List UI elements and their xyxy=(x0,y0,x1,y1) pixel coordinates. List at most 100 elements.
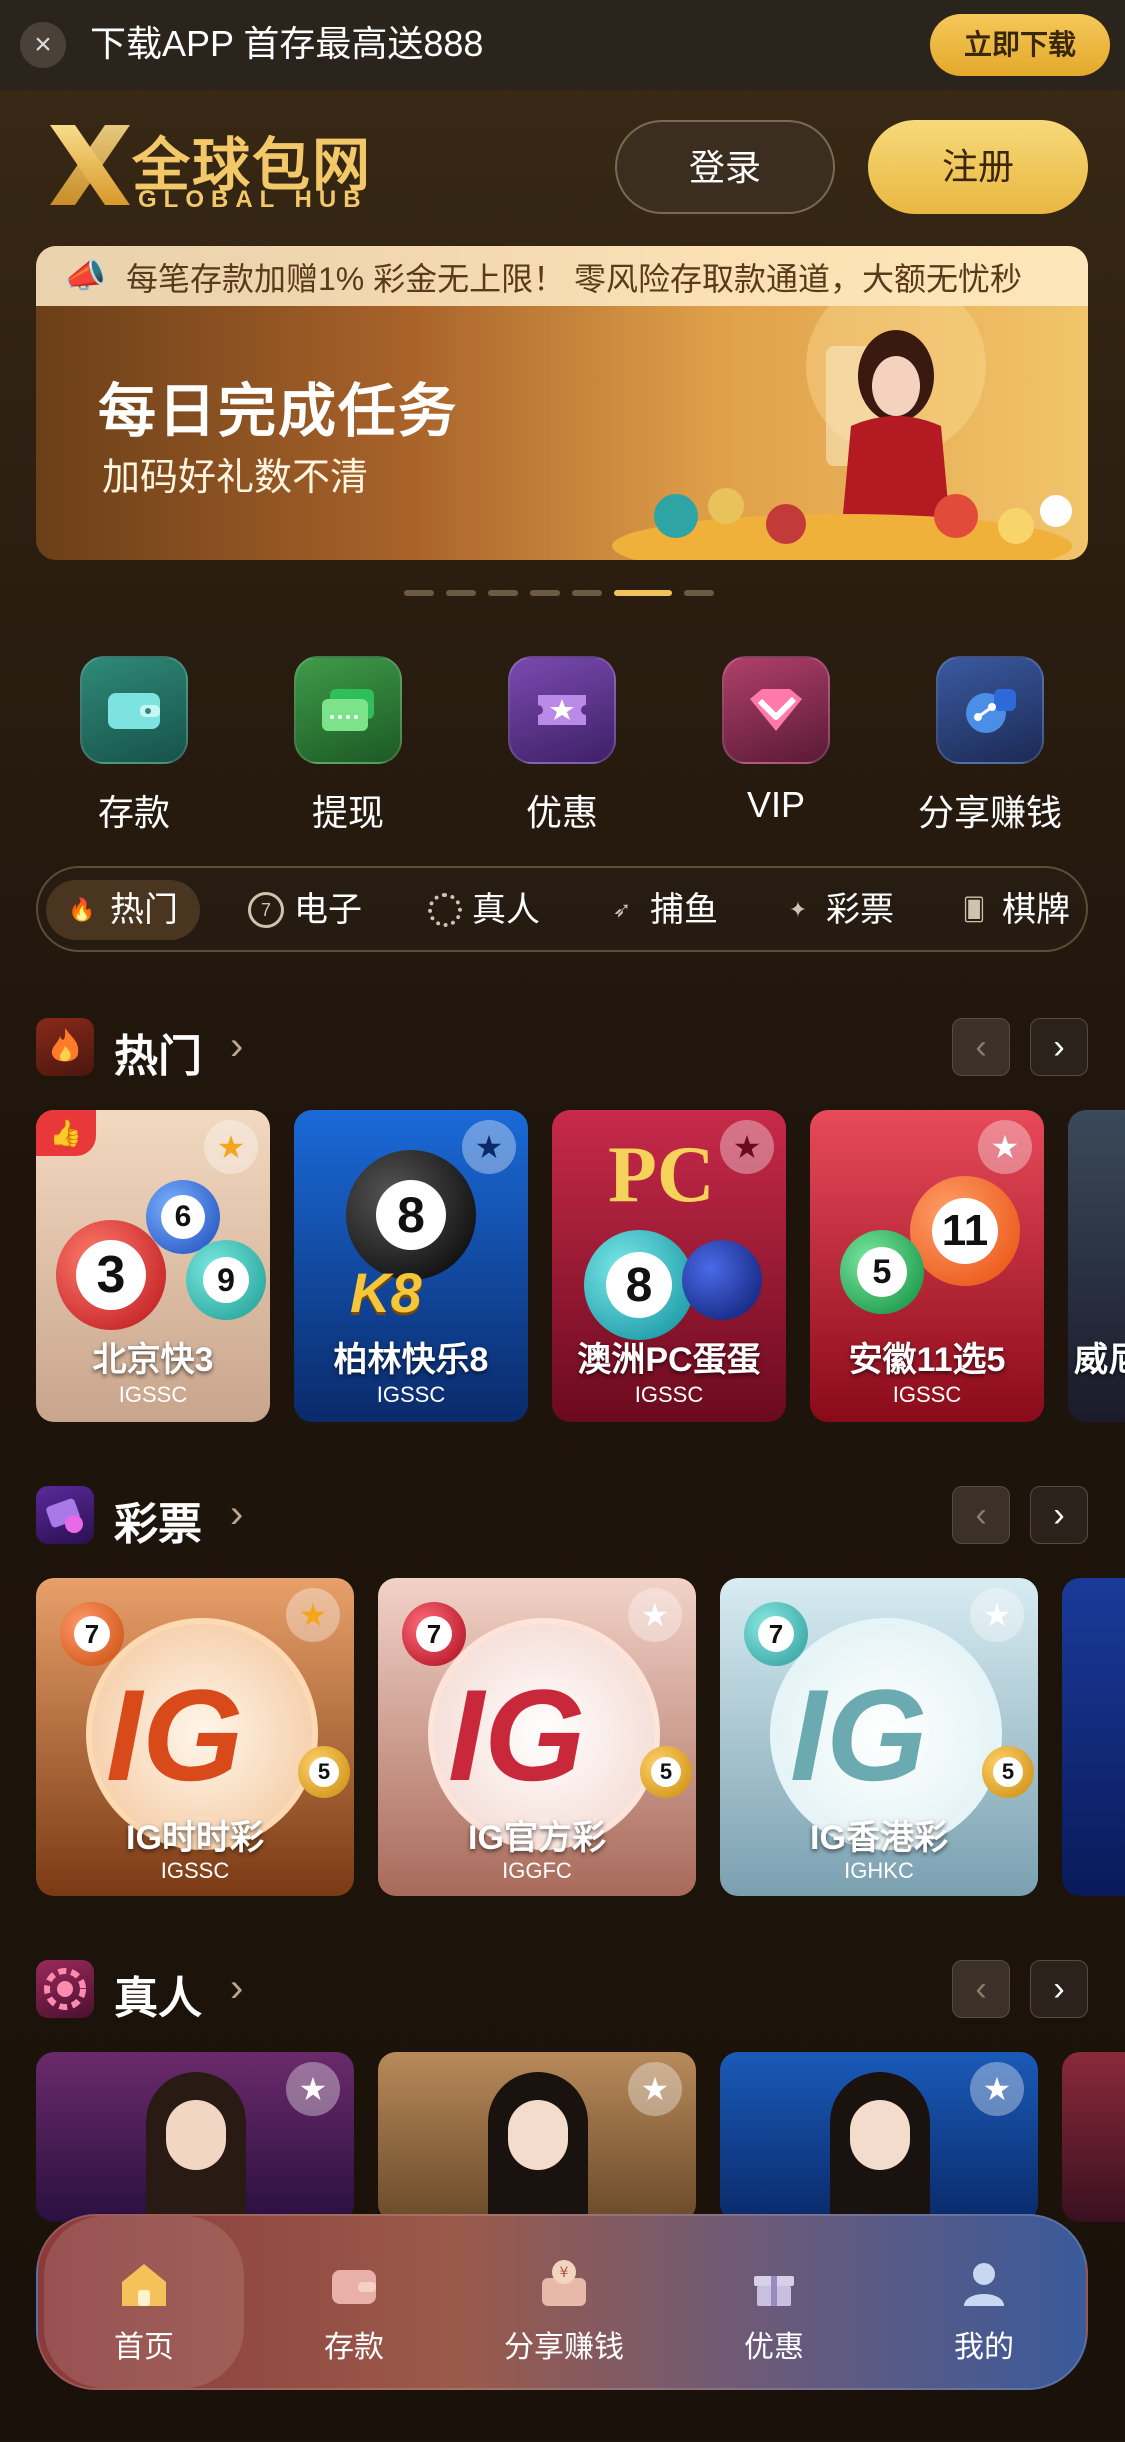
favorite-star-icon[interactable]: ★ xyxy=(462,1120,516,1174)
fish-icon: ➶ xyxy=(612,897,632,922)
tab-label: 彩票 xyxy=(826,891,894,929)
promo-banner[interactable]: 📣 每笔存款加赠1% 彩金无上限！ 零风险存取款通道，大额无忧秒 每日完成任务 … xyxy=(36,246,1088,560)
game-name: 柏林快乐8 xyxy=(333,1341,489,1379)
carousel-dot[interactable] xyxy=(404,590,434,596)
lottery-section-title[interactable]: 彩票 xyxy=(114,1488,202,1552)
gift-icon xyxy=(754,2276,794,2306)
game-card-anhui-11x5[interactable]: 11 5 ★ 安徽11选5 IGSSC xyxy=(810,1110,1044,1422)
chevron-right-icon[interactable]: › xyxy=(230,1024,243,1069)
lottery-card-ig-hongkong[interactable]: IG 7 5 ★ IG香港彩 IGHKC xyxy=(720,1578,1038,1896)
lottery-ball: 11 xyxy=(910,1176,1020,1286)
tab-live[interactable]: 真人 xyxy=(428,880,540,940)
quick-action-deposit[interactable]: 存款 xyxy=(44,656,224,836)
download-promo-text: 下载APP 首存最高送888 xyxy=(90,23,484,64)
lottery-card-ig-official[interactable]: IG 7 5 ★ IG官方彩 IGGFC xyxy=(378,1578,696,1896)
hot-next-button[interactable]: › xyxy=(1030,1018,1088,1076)
ticket-icon xyxy=(508,656,616,764)
favorite-star-icon[interactable]: ★ xyxy=(970,1588,1024,1642)
carousel-dot[interactable] xyxy=(572,590,602,596)
thumbs-up-icon: 👍 xyxy=(36,1110,96,1156)
tab-electronic[interactable]: 7 电子 xyxy=(248,880,362,940)
game-name: IG官方彩 xyxy=(468,1819,606,1857)
quick-action-promotions[interactable]: 优惠 xyxy=(472,656,652,836)
lottery-next-button[interactable]: › xyxy=(1030,1486,1088,1544)
game-name: 北京快3 xyxy=(92,1341,214,1379)
lottery-ball: 5 xyxy=(640,1746,692,1798)
download-now-button[interactable]: 立即下载 xyxy=(930,14,1110,76)
game-provider: IGHKC xyxy=(844,1858,914,1883)
favorite-star-icon[interactable]: ★ xyxy=(286,1588,340,1642)
chevron-right-icon[interactable]: › xyxy=(230,1966,243,2011)
tab-hot[interactable]: 🔥 热门 xyxy=(46,880,200,940)
favorite-star-icon[interactable]: ★ xyxy=(286,2062,340,2116)
favorite-star-icon[interactable]: ★ xyxy=(978,1120,1032,1174)
nav-deposit[interactable]: 存款 xyxy=(254,2216,454,2388)
lottery-prev-button[interactable]: ‹ xyxy=(952,1486,1010,1544)
quick-action-vip[interactable]: VIP xyxy=(686,656,866,826)
live-dealer-card-partial[interactable] xyxy=(1062,2052,1125,2222)
wallet-icon xyxy=(332,2270,376,2304)
live-prev-button[interactable]: ‹ xyxy=(952,1960,1010,2018)
nav-share-earn[interactable]: ¥ 分享赚钱 xyxy=(464,2216,664,2388)
quick-action-share-earn[interactable]: 分享赚钱 xyxy=(900,656,1080,836)
game-name: IG时时彩 xyxy=(126,1819,264,1857)
chip-icon xyxy=(428,893,462,927)
live-dealer-card[interactable]: ★ xyxy=(720,2052,1038,2222)
carousel-dot[interactable] xyxy=(684,590,714,596)
quick-action-withdraw[interactable]: 提现 xyxy=(258,656,438,836)
ig-logo: IG xyxy=(106,1662,244,1808)
nav-home[interactable]: 首页 xyxy=(44,2216,244,2388)
game-provider: IGSSC xyxy=(892,1382,962,1407)
carousel-dot[interactable] xyxy=(530,590,560,596)
chevron-right-icon[interactable]: › xyxy=(230,1492,243,1537)
game-card-australia-pc[interactable]: PC 8 ★ 澳洲PC蛋蛋 IGSSC xyxy=(552,1110,786,1422)
hot-section-title[interactable]: 热门 xyxy=(114,1020,202,1084)
hot-prev-button[interactable]: ‹ xyxy=(952,1018,1010,1076)
favorite-star-icon[interactable]: ★ xyxy=(628,2062,682,2116)
quick-action-label: VIP xyxy=(746,784,806,825)
nav-promotions[interactable]: 优惠 xyxy=(674,2216,874,2388)
lottery-ball: 5 xyxy=(840,1230,924,1314)
game-provider: IGSSC xyxy=(376,1382,446,1407)
carousel-dot-active[interactable] xyxy=(614,590,672,596)
carousel-dot[interactable] xyxy=(488,590,518,596)
bottom-navigation: 首页 存款 ¥ 分享赚钱 优惠 我的 xyxy=(36,2214,1088,2390)
lottery-ball: 7 xyxy=(402,1602,466,1666)
nav-profile[interactable]: 我的 xyxy=(884,2216,1084,2388)
nav-label: 优惠 xyxy=(744,2331,804,2364)
tab-lottery[interactable]: ✦ 彩票 xyxy=(780,880,894,940)
tab-fishing[interactable]: ➶ 捕鱼 xyxy=(604,880,718,940)
card-icon xyxy=(294,656,402,764)
diamond-icon xyxy=(722,656,830,764)
lottery-ball: 8 xyxy=(584,1230,694,1340)
live-dealer-card[interactable]: ★ xyxy=(378,2052,696,2222)
game-card-venice[interactable]: 威尼 xyxy=(1068,1110,1125,1422)
tab-label: 热门 xyxy=(110,891,178,929)
live-section-title[interactable]: 真人 xyxy=(114,1962,202,2026)
lottery-card-ig-ssc[interactable]: IG 7 5 ★ IG时时彩 IGSSC xyxy=(36,1578,354,1896)
favorite-star-icon[interactable]: ★ xyxy=(720,1120,774,1174)
login-button[interactable]: 登录 xyxy=(615,120,835,214)
favorite-star-icon[interactable]: ★ xyxy=(970,2062,1024,2116)
game-card-berlin-keno8[interactable]: 8 K8 ★ 柏林快乐8 IGSSC xyxy=(294,1110,528,1422)
tab-chess[interactable]: 🂠 棋牌 xyxy=(956,880,1070,940)
carousel-dot[interactable] xyxy=(446,590,476,596)
lottery-ball: 9 xyxy=(186,1240,266,1320)
register-button[interactable]: 注册 xyxy=(868,120,1088,214)
lottery-ball: 5 xyxy=(982,1746,1034,1798)
lottery-card-partial[interactable] xyxy=(1062,1578,1125,1896)
nav-label: 我的 xyxy=(954,2331,1014,2364)
tab-label: 电子 xyxy=(294,891,362,929)
game-card-beijing-k3[interactable]: 👍 3 6 9 ★ 北京快3 IGSSC xyxy=(36,1110,270,1422)
lottery-section-icon xyxy=(36,1486,94,1544)
logo-subtext: GLOBAL HUB xyxy=(138,186,368,213)
live-dealer-card[interactable]: ★ xyxy=(36,2052,354,2222)
game-provider: IGGFC xyxy=(502,1858,572,1883)
user-icon xyxy=(964,2263,1004,2306)
ig-logo: IG xyxy=(790,1662,928,1808)
flag-ball xyxy=(682,1240,762,1320)
live-next-button[interactable]: › xyxy=(1030,1960,1088,2018)
favorite-star-icon[interactable]: ★ xyxy=(204,1120,258,1174)
favorite-star-icon[interactable]: ★ xyxy=(628,1588,682,1642)
close-download-bar-button[interactable]: × xyxy=(20,22,66,68)
